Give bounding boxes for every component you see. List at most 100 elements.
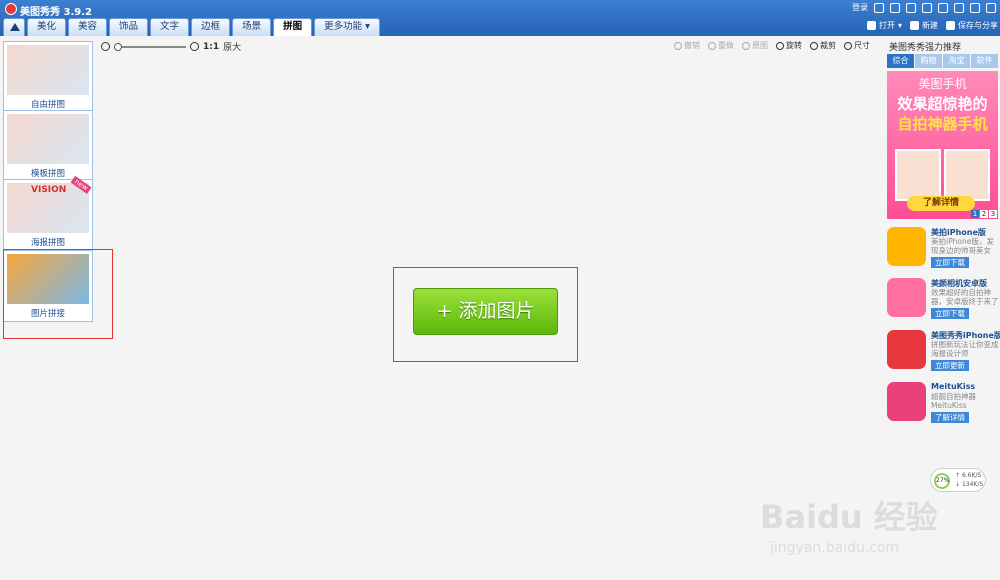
- crop-button[interactable]: 裁剪: [810, 40, 836, 51]
- promo-title[interactable]: MeituKiss: [931, 382, 975, 391]
- recommend-tab-shopping[interactable]: 购物: [915, 54, 942, 68]
- xiu-icon[interactable]: [887, 330, 926, 369]
- app-title: 美图秀秀 3.9.2: [20, 7, 92, 18]
- promo-desc: 超靓自拍神器 MeituKiss: [931, 392, 976, 410]
- tab-collage[interactable]: 拼图: [273, 18, 313, 36]
- menu-icon[interactable]: [938, 2, 948, 13]
- banner-page-3[interactable]: 3: [989, 210, 997, 218]
- open-button[interactable]: 打开 ▾: [866, 20, 902, 31]
- tab-beautify[interactable]: 美化: [27, 18, 67, 36]
- zoom-control: 1:1 原大: [101, 40, 241, 53]
- title-bar: 美图秀秀 3.9.2 登录 美化 美容 饰品 文字 边框 场景 拼图 更多功能 …: [0, 0, 1000, 36]
- add-image-button[interactable]: + 添加图片: [413, 288, 558, 335]
- banner-photo-right: [944, 149, 990, 201]
- promo-xiuxiu-iphone: 美图秀秀iPhone版 拼图新玩法让你变成海报设计师 立即更新: [887, 328, 1000, 374]
- crop-icon: [810, 41, 818, 50]
- redo-button[interactable]: 重做: [708, 40, 734, 51]
- skin-icon[interactable]: [906, 2, 916, 13]
- watermark-text: Baidu 经验: [760, 498, 938, 536]
- rotate-button[interactable]: 旋转: [776, 40, 802, 51]
- template-collage-item[interactable]: 模板拼图: [3, 110, 93, 182]
- canvas-toolbar: 1:1 原大 撤销 重做 原图 旋转 裁剪 尺寸: [97, 40, 880, 54]
- tab-text[interactable]: 文字: [150, 18, 190, 36]
- redo-icon: [708, 41, 716, 50]
- free-collage-item[interactable]: 自由拼图: [3, 41, 93, 113]
- save-icon: [946, 21, 955, 30]
- recommend-title: 美图秀秀强力推荐: [889, 43, 962, 53]
- network-speed-widget[interactable]: 27% ↑ 6.6K/S ↓ 134K/S: [930, 468, 986, 492]
- poster-collage-thumb: VISION new: [7, 175, 92, 233]
- meitu-kiss-icon[interactable]: [887, 382, 926, 421]
- minimize-icon[interactable]: [954, 2, 964, 13]
- main-tabs: 美化 美容 饰品 文字 边框 场景 拼图 更多功能 ▾: [3, 18, 380, 36]
- promo-desc: 美拍iPhone版，发现身边的帅哥美女: [931, 237, 994, 255]
- resize-icon: [844, 41, 852, 50]
- original-size-button[interactable]: 原大: [223, 40, 241, 53]
- file-actions: 打开 ▾ 新建 保存与分享: [866, 20, 998, 31]
- zoom-in-icon[interactable]: [190, 42, 199, 51]
- promo-desc: 拼图新玩法让你变成海报设计师: [931, 340, 999, 358]
- banner-page-1[interactable]: 1: [971, 210, 979, 218]
- folder-icon: [866, 21, 876, 30]
- tab-accessories[interactable]: 饰品: [109, 18, 149, 36]
- resize-button[interactable]: 尺寸: [844, 40, 870, 51]
- tab-home[interactable]: [3, 18, 25, 36]
- ad-banner[interactable]: 美图手机 效果超惊艳的 自拍神器手机 了解详情 1 2 3: [887, 71, 998, 219]
- promo-details-button[interactable]: 了解详情: [931, 412, 969, 423]
- recommend-tabs: 综合 购物 淘宝 软件: [887, 54, 998, 68]
- weibo-icon[interactable]: [890, 2, 900, 13]
- maximize-icon[interactable]: [970, 2, 980, 13]
- login-link[interactable]: 登录: [852, 2, 868, 13]
- promo-beauty-camera: 美颜相机安卓版 效果超好的自拍神器，安卓版终于来了 立即下载: [887, 276, 999, 322]
- undo-button[interactable]: 撤销: [674, 40, 700, 51]
- banner-pager: 1 2 3: [971, 210, 997, 218]
- recommend-tab-software[interactable]: 软件: [971, 54, 998, 68]
- poster-collage-item[interactable]: VISION new 海报拼图: [3, 175, 93, 251]
- plus-icon: [910, 21, 919, 30]
- close-icon[interactable]: [986, 2, 996, 13]
- upload-speed: ↑ 6.6K/S: [955, 472, 982, 479]
- undo-icon: [674, 41, 682, 50]
- new-badge: new: [70, 175, 92, 195]
- banner-cta-button[interactable]: 了解详情: [907, 196, 975, 211]
- message-icon[interactable]: [922, 2, 932, 13]
- promo-desc: 效果超好的自拍神器，安卓版终于来了: [931, 288, 999, 306]
- zoom-ratio: 1:1: [203, 41, 220, 52]
- free-collage-thumb: [7, 45, 89, 95]
- save-share-button[interactable]: 保存与分享: [946, 20, 998, 31]
- zoom-slider-knob[interactable]: [114, 42, 122, 51]
- promo-download-button[interactable]: 立即下载: [931, 308, 969, 319]
- watermark-url: jingyan.baidu.com: [770, 540, 900, 556]
- poster-thumb-text: VISION: [31, 185, 67, 195]
- tab-beauty[interactable]: 美容: [68, 18, 108, 36]
- promo-update-button[interactable]: 立即更新: [931, 360, 969, 371]
- selection-highlight: [3, 249, 113, 339]
- tab-scene[interactable]: 场景: [232, 18, 272, 36]
- promo-download-button[interactable]: 立即下载: [931, 257, 969, 268]
- poster-collage-label: 海报拼图: [30, 238, 65, 248]
- rotate-icon: [776, 41, 784, 50]
- zoom-out-icon[interactable]: [101, 42, 110, 51]
- new-button[interactable]: 新建: [910, 20, 938, 31]
- recommend-tab-taobao[interactable]: 淘宝: [943, 54, 970, 68]
- app-logo-icon: [5, 3, 17, 15]
- edit-actions: 撤销 重做 原图 旋转 裁剪 尺寸: [674, 40, 870, 51]
- banner-page-2[interactable]: 2: [980, 210, 988, 218]
- recommend-tab-all[interactable]: 综合: [887, 54, 914, 68]
- banner-headline: 美图手机: [918, 77, 967, 91]
- zoom-slider[interactable]: [114, 42, 186, 51]
- promo-meipai: 美拍iPhone版 美拍iPhone版，发现身边的帅哥美女 立即下载: [887, 225, 998, 271]
- net-usage-percent: 27%: [934, 473, 950, 489]
- promo-meitu-kiss: MeituKiss 超靓自拍神器 MeituKiss 了解详情: [887, 380, 998, 426]
- banner-subline: 效果超惊艳的: [897, 95, 988, 113]
- banner-tagline: 自拍神器手机: [897, 115, 988, 133]
- tab-frame[interactable]: 边框: [191, 18, 231, 36]
- meipai-icon[interactable]: [887, 227, 926, 266]
- tab-more[interactable]: 更多功能 ▾: [314, 18, 380, 36]
- camera-icon[interactable]: [887, 278, 926, 317]
- baidu-watermark: Baidu 经验 jingyan.baidu.com: [760, 490, 970, 560]
- banner-photo-left: [895, 149, 941, 201]
- qq-icon[interactable]: [874, 2, 884, 13]
- original-image-button[interactable]: 原图: [742, 40, 768, 51]
- download-speed: ↓ 134K/S: [955, 481, 984, 488]
